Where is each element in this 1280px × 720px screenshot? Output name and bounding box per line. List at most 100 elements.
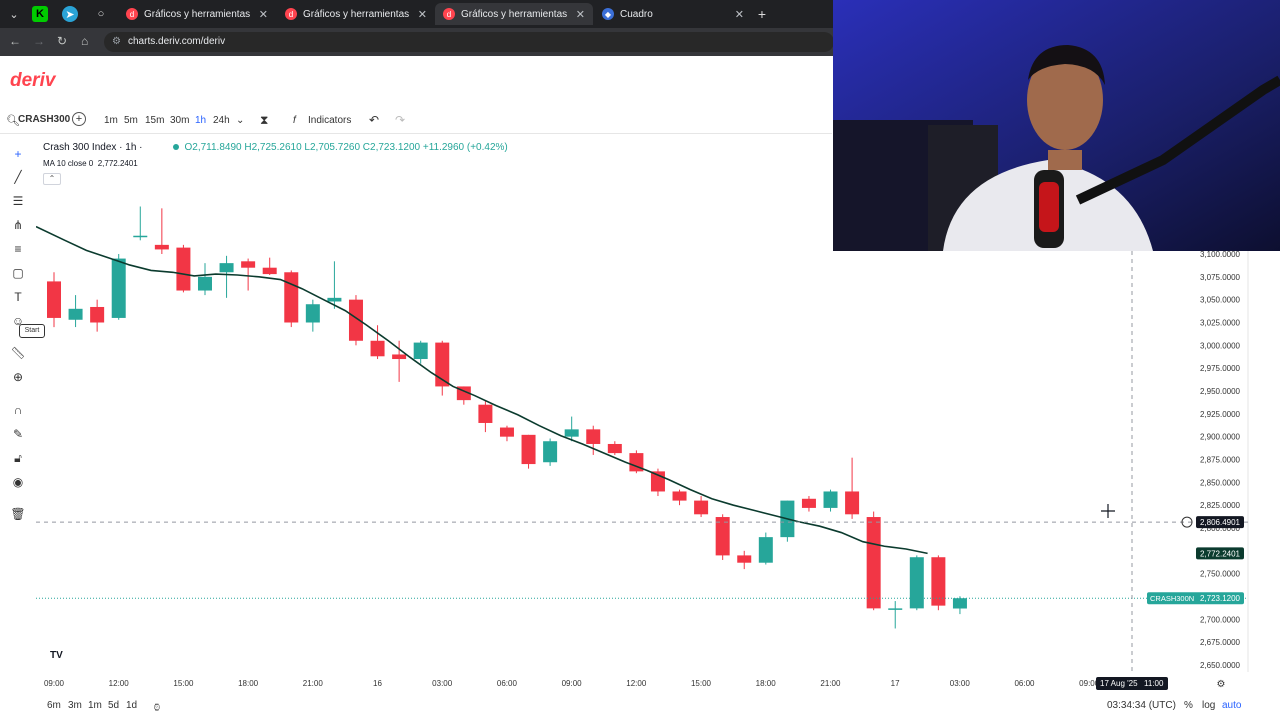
y-tick-label: 2,675.0000 bbox=[1200, 638, 1241, 647]
crosshair-time-label: 11:00 bbox=[1144, 679, 1164, 688]
tradingview-logo-icon: TV bbox=[50, 650, 63, 661]
candle-body bbox=[284, 272, 299, 323]
x-tick-label: 03:00 bbox=[432, 679, 453, 688]
x-tick-label: 21:00 bbox=[820, 679, 841, 688]
y-tick-label: 2,700.0000 bbox=[1200, 615, 1241, 624]
candle-body bbox=[154, 244, 169, 250]
x-tick-label: 16 bbox=[373, 679, 382, 688]
last-price-symbol: CRASH300N bbox=[1150, 594, 1194, 603]
candle-body bbox=[413, 342, 428, 360]
crosshair-date-label: 17 Aug '25 bbox=[1100, 679, 1138, 688]
legend-title: Crash 300 Index · 1h · bbox=[43, 142, 143, 153]
candle-body bbox=[715, 517, 730, 556]
candle-body bbox=[737, 555, 752, 563]
last-price-value: 2,723.1200 bbox=[1200, 594, 1241, 603]
y-tick-label: 2,950.0000 bbox=[1200, 387, 1241, 396]
x-tick-label: 21:00 bbox=[303, 679, 324, 688]
market-open-dot-icon bbox=[172, 144, 179, 150]
x-tick-label: 06:00 bbox=[497, 679, 518, 688]
x-tick-label: 12:00 bbox=[626, 679, 647, 688]
candle-body bbox=[694, 500, 709, 515]
candle-body bbox=[888, 608, 903, 610]
candle-body bbox=[586, 429, 601, 444]
candle-body bbox=[499, 427, 514, 437]
candle-body bbox=[47, 281, 61, 318]
ma-legend-label: MA 10 close 0 bbox=[43, 159, 94, 168]
utc-clock[interactable]: 03:34:34 (UTC) bbox=[1107, 700, 1176, 711]
chart-legend: Crash 300 Index · 1h · O2,711.8490 H2,725… bbox=[43, 142, 508, 153]
candle-body bbox=[68, 308, 83, 320]
bottom-range-bar: 6m 3m 1m 5d 1d ⌚︎ 03:34:34 (UTC) % log a… bbox=[36, 696, 1280, 716]
webcam-overlay bbox=[833, 0, 1280, 251]
x-tick-label: 12:00 bbox=[109, 679, 130, 688]
ma-legend-value: 2,772.2401 bbox=[97, 159, 138, 168]
x-tick-label: 09:00 bbox=[562, 679, 583, 688]
y-tick-label: 3,075.0000 bbox=[1200, 273, 1241, 282]
y-tick-label: 2,875.0000 bbox=[1200, 456, 1241, 465]
candle-body bbox=[111, 258, 126, 318]
candle-body bbox=[241, 261, 256, 268]
candle-body bbox=[90, 306, 105, 323]
candle-body bbox=[305, 304, 320, 323]
candle-body bbox=[909, 557, 924, 609]
candle-body bbox=[176, 247, 191, 291]
x-tick-label: 18:00 bbox=[238, 679, 259, 688]
screen: ⌄ K ➤ ○ d Gráficos y herramientas de tra… bbox=[0, 0, 1280, 720]
candle-body bbox=[564, 429, 579, 437]
candle-body bbox=[197, 276, 212, 291]
range-5d[interactable]: 5d bbox=[108, 700, 119, 711]
y-tick-label: 2,975.0000 bbox=[1200, 364, 1241, 373]
candle-body bbox=[370, 340, 385, 357]
range-6m[interactable]: 6m bbox=[47, 700, 61, 711]
x-tick-label: 17 bbox=[891, 679, 900, 688]
x-tick-label: 03:00 bbox=[950, 679, 971, 688]
y-tick-label: 3,050.0000 bbox=[1200, 296, 1241, 305]
range-1m[interactable]: 1m bbox=[88, 700, 102, 711]
candle-body bbox=[327, 297, 342, 302]
y-tick-label: 2,900.0000 bbox=[1200, 433, 1241, 442]
candle-body bbox=[801, 498, 816, 508]
goto-date-icon[interactable]: ⌚︎ bbox=[152, 700, 162, 715]
axis-settings-gear-icon: ⚙ bbox=[1217, 679, 1226, 690]
candle-body bbox=[133, 235, 148, 238]
y-tick-label: 2,750.0000 bbox=[1200, 570, 1241, 579]
percent-scale-toggle[interactable]: % bbox=[1184, 700, 1193, 711]
candle-body bbox=[543, 441, 558, 463]
candle-body bbox=[845, 491, 860, 515]
y-tick-label: 2,850.0000 bbox=[1200, 478, 1241, 487]
range-3m[interactable]: 3m bbox=[68, 700, 82, 711]
candle-body bbox=[866, 517, 881, 609]
y-tick-label: 3,025.0000 bbox=[1200, 319, 1241, 328]
x-tick-label: 09:00 bbox=[44, 679, 65, 688]
presenter-video-image bbox=[833, 0, 1280, 251]
y-tick-label: 2,650.0000 bbox=[1200, 661, 1241, 670]
candle-body bbox=[521, 434, 536, 465]
legend-ohlc: O2,711.8490 H2,725.2610 L2,705.7260 C2,7… bbox=[184, 142, 508, 153]
crosshair-cursor-icon bbox=[1101, 504, 1115, 518]
x-tick-label: 15:00 bbox=[691, 679, 712, 688]
crosshair-price-label: 2,806.4901 bbox=[1200, 518, 1241, 527]
log-scale-toggle[interactable]: log bbox=[1202, 700, 1215, 711]
x-tick-label: 06:00 bbox=[1014, 679, 1035, 688]
ma-legend[interactable]: MA 10 close 0 2,772.2401 bbox=[43, 159, 138, 168]
range-1d[interactable]: 1d bbox=[126, 700, 137, 711]
candle-body bbox=[348, 299, 363, 341]
ma-price-label: 2,772.2401 bbox=[1200, 549, 1241, 558]
candle-body bbox=[952, 598, 967, 609]
y-tick-label: 2,825.0000 bbox=[1200, 501, 1241, 510]
candle-body bbox=[672, 491, 687, 501]
candle-body bbox=[392, 354, 407, 360]
y-tick-label: 2,925.0000 bbox=[1200, 410, 1241, 419]
candle-body bbox=[607, 443, 622, 454]
y-tick-label: 3,000.0000 bbox=[1200, 341, 1241, 350]
x-tick-label: 18:00 bbox=[756, 679, 777, 688]
collapse-legend-chevron-icon[interactable]: ⌃ bbox=[43, 173, 61, 185]
candle-body bbox=[478, 404, 493, 423]
auto-scale-toggle[interactable]: auto bbox=[1222, 700, 1241, 711]
candle-body bbox=[262, 267, 277, 275]
candle-body bbox=[219, 263, 234, 273]
candle-body bbox=[823, 491, 838, 508]
x-tick-label: 15:00 bbox=[173, 679, 194, 688]
candle-body bbox=[758, 537, 773, 563]
y-tick-label: 3,100.0000 bbox=[1200, 250, 1241, 259]
